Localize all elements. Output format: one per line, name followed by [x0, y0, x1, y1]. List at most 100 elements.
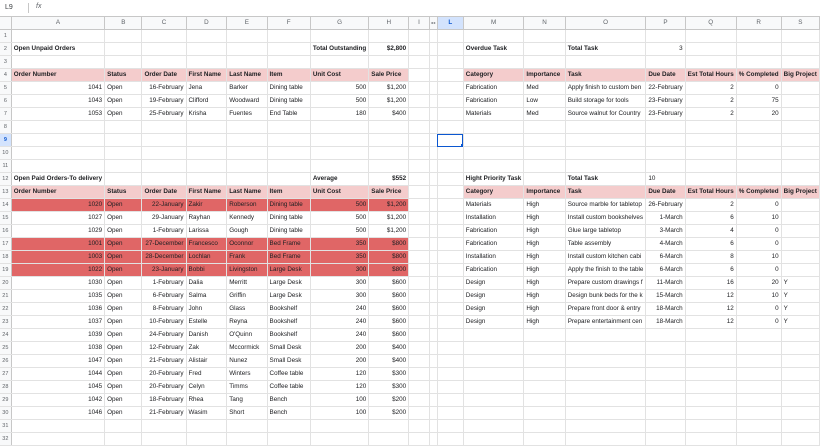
cell[interactable]	[463, 146, 525, 160]
data-cell[interactable]: High	[523, 198, 566, 212]
cell[interactable]	[437, 107, 464, 121]
cell[interactable]	[685, 341, 737, 355]
cell[interactable]	[645, 120, 686, 134]
cell[interactable]	[463, 367, 525, 381]
cell[interactable]	[437, 94, 464, 108]
cell[interactable]	[463, 55, 525, 69]
data-cell[interactable]: 1035	[11, 289, 106, 303]
cell[interactable]	[104, 133, 143, 147]
data-cell[interactable]: Install custom bookshelves	[565, 211, 647, 225]
data-cell[interactable]: Larissa	[186, 224, 228, 238]
row-number[interactable]: 2	[0, 42, 12, 56]
cell[interactable]	[437, 276, 464, 290]
data-cell[interactable]: 2	[685, 198, 737, 212]
cell[interactable]	[437, 198, 464, 212]
cell[interactable]	[437, 185, 464, 199]
row-number[interactable]: 28	[0, 380, 12, 394]
column-header[interactable]: H	[368, 17, 410, 30]
cell[interactable]	[408, 146, 430, 160]
cell[interactable]	[226, 172, 268, 186]
cell[interactable]	[523, 172, 566, 186]
data-cell[interactable]: Apply finish to custom ben	[565, 81, 647, 95]
cell[interactable]	[267, 29, 311, 43]
data-cell[interactable]: Fabrication	[463, 237, 525, 251]
data-cell[interactable]: 240	[310, 328, 370, 342]
column-header[interactable]: F	[267, 17, 311, 30]
cell[interactable]	[408, 94, 430, 108]
table-header[interactable]: Importance	[523, 68, 566, 82]
cell[interactable]	[267, 146, 311, 160]
cell[interactable]	[186, 133, 228, 147]
cell[interactable]	[437, 432, 464, 446]
data-cell[interactable]: 8-February	[141, 302, 187, 316]
table-header[interactable]: Due Date	[645, 185, 686, 199]
row-number[interactable]: 16	[0, 224, 12, 238]
data-cell[interactable]: 23-February	[645, 107, 686, 121]
table-header[interactable]: Sale Price	[368, 185, 410, 199]
data-cell[interactable]: Open	[104, 263, 143, 277]
cell[interactable]	[141, 419, 187, 433]
data-cell[interactable]: Coffee table	[267, 380, 311, 394]
data-cell[interactable]: High	[523, 224, 566, 238]
cell[interactable]	[523, 354, 566, 368]
data-cell[interactable]: Design	[463, 276, 525, 290]
cell[interactable]	[437, 146, 464, 160]
cell[interactable]	[310, 146, 370, 160]
cell[interactable]	[437, 211, 464, 225]
data-cell[interactable]: 12-February	[141, 341, 187, 355]
data-cell[interactable]: Open	[104, 302, 143, 316]
data-cell[interactable]: Francesco	[186, 237, 228, 251]
cell[interactable]	[685, 159, 737, 173]
data-cell[interactable]	[781, 237, 820, 251]
table-header[interactable]: Sale Price	[368, 68, 410, 82]
data-cell[interactable]: 300	[310, 263, 370, 277]
cell[interactable]	[437, 263, 464, 277]
cell[interactable]	[463, 432, 525, 446]
data-cell[interactable]: Bookshelf	[267, 328, 311, 342]
cell[interactable]	[11, 432, 106, 446]
data-cell[interactable]: Table assembly	[565, 237, 647, 251]
data-cell[interactable]: Open	[104, 107, 143, 121]
data-cell[interactable]: 1030	[11, 276, 106, 290]
data-cell[interactable]: 1020	[11, 198, 106, 212]
cell[interactable]	[523, 29, 566, 43]
data-cell[interactable]: Small Desk	[267, 341, 311, 355]
cell[interactable]	[408, 185, 430, 199]
cell[interactable]	[408, 55, 430, 69]
cell[interactable]	[408, 172, 430, 186]
data-cell[interactable]: Danish	[186, 328, 228, 342]
cell[interactable]	[736, 328, 782, 342]
data-cell[interactable]: 240	[310, 302, 370, 316]
data-cell[interactable]: 16-February	[141, 81, 187, 95]
data-cell[interactable]: 100	[310, 393, 370, 407]
data-cell[interactable]: 12	[685, 315, 737, 329]
cell[interactable]	[429, 380, 438, 394]
cell[interactable]	[310, 419, 370, 433]
cell[interactable]	[408, 133, 430, 147]
data-cell[interactable]: 12	[685, 302, 737, 316]
row-number[interactable]: 22	[0, 302, 12, 316]
cell[interactable]	[781, 380, 820, 394]
cell[interactable]	[429, 250, 438, 264]
cell[interactable]	[186, 29, 228, 43]
table-header[interactable]: % Completed	[736, 68, 782, 82]
column-header[interactable]: ◂ ▸	[429, 17, 438, 30]
cell[interactable]	[408, 406, 430, 420]
cell[interactable]	[429, 419, 438, 433]
cell[interactable]	[429, 55, 438, 69]
cell[interactable]	[437, 172, 464, 186]
data-cell[interactable]: Open	[104, 289, 143, 303]
cell[interactable]	[141, 432, 187, 446]
total-outstanding-value[interactable]: $2,800	[368, 42, 410, 56]
data-cell[interactable]: Mccormick	[226, 341, 268, 355]
row-number[interactable]: 25	[0, 341, 12, 355]
cell[interactable]	[141, 55, 187, 69]
data-cell[interactable]: Bed Frame	[267, 250, 311, 264]
cell[interactable]	[11, 146, 106, 160]
data-cell[interactable]: 20	[736, 107, 782, 121]
table-header[interactable]: Unit Cost	[310, 185, 370, 199]
data-cell[interactable]: Med	[523, 81, 566, 95]
data-cell[interactable]: 24-February	[141, 328, 187, 342]
data-cell[interactable]: Fabrication	[463, 81, 525, 95]
data-cell[interactable]: 200	[310, 341, 370, 355]
